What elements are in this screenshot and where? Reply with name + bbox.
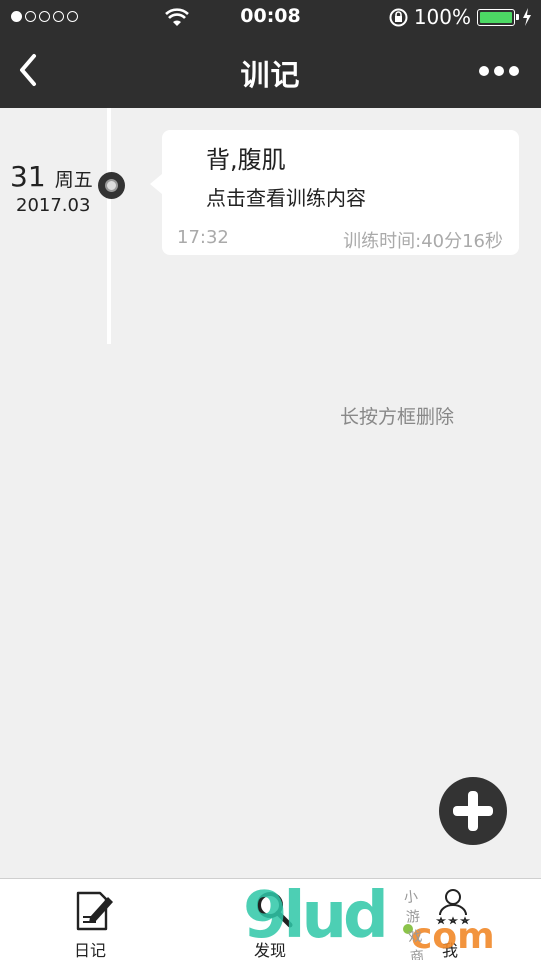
status-bar: 00:08 100% bbox=[0, 0, 541, 34]
diary-pencil-icon bbox=[76, 891, 113, 931]
tab-discover-label: 发现 bbox=[253, 941, 286, 960]
timeline-node-icon bbox=[98, 172, 125, 199]
top-bar: 00:08 100% 训记 bbox=[0, 0, 541, 108]
timeline-line bbox=[107, 108, 111, 344]
entry-time: 17:32 bbox=[177, 227, 229, 248]
tab-diary-label: 日记 bbox=[73, 941, 106, 960]
entry-title: 背,腹肌 bbox=[206, 146, 286, 174]
date-weekday: 周五 bbox=[54, 169, 93, 191]
rotation-lock-icon bbox=[389, 8, 408, 27]
nav-bar: 训记 bbox=[0, 34, 541, 108]
page-title: 训记 bbox=[240, 58, 301, 92]
battery-fill bbox=[480, 12, 512, 23]
timeline-node-inner bbox=[105, 179, 118, 192]
entry-subtitle: 点击查看训练内容 bbox=[206, 186, 366, 210]
date-day: 31 bbox=[10, 160, 46, 193]
tab-bar: 日记 发现 我 bbox=[0, 878, 541, 960]
profile-stars-icon bbox=[435, 889, 471, 925]
delete-hint: 长按方框删除 bbox=[340, 406, 455, 428]
tab-discover[interactable]: 发现 bbox=[210, 879, 330, 960]
training-entry-card[interactable]: 背,腹肌 点击查看训练内容 17:32 训练时间:40分16秒 bbox=[150, 130, 519, 255]
search-icon bbox=[257, 892, 293, 928]
battery-percent: 100% bbox=[413, 5, 471, 29]
battery-icon bbox=[477, 9, 519, 26]
date-year-month: 2017.03 bbox=[16, 195, 91, 216]
more-dots-icon[interactable] bbox=[478, 64, 520, 78]
entry-duration: 训练时间:40分16秒 bbox=[343, 231, 503, 252]
tab-me-label: 我 bbox=[441, 941, 458, 960]
timeline-date: 31 周五 2017.03 bbox=[10, 160, 102, 216]
charging-bolt-icon bbox=[523, 8, 531, 26]
add-entry-button[interactable] bbox=[439, 777, 507, 845]
tab-me[interactable]: 我 bbox=[390, 879, 510, 960]
tab-diary[interactable]: 日记 bbox=[30, 879, 150, 960]
